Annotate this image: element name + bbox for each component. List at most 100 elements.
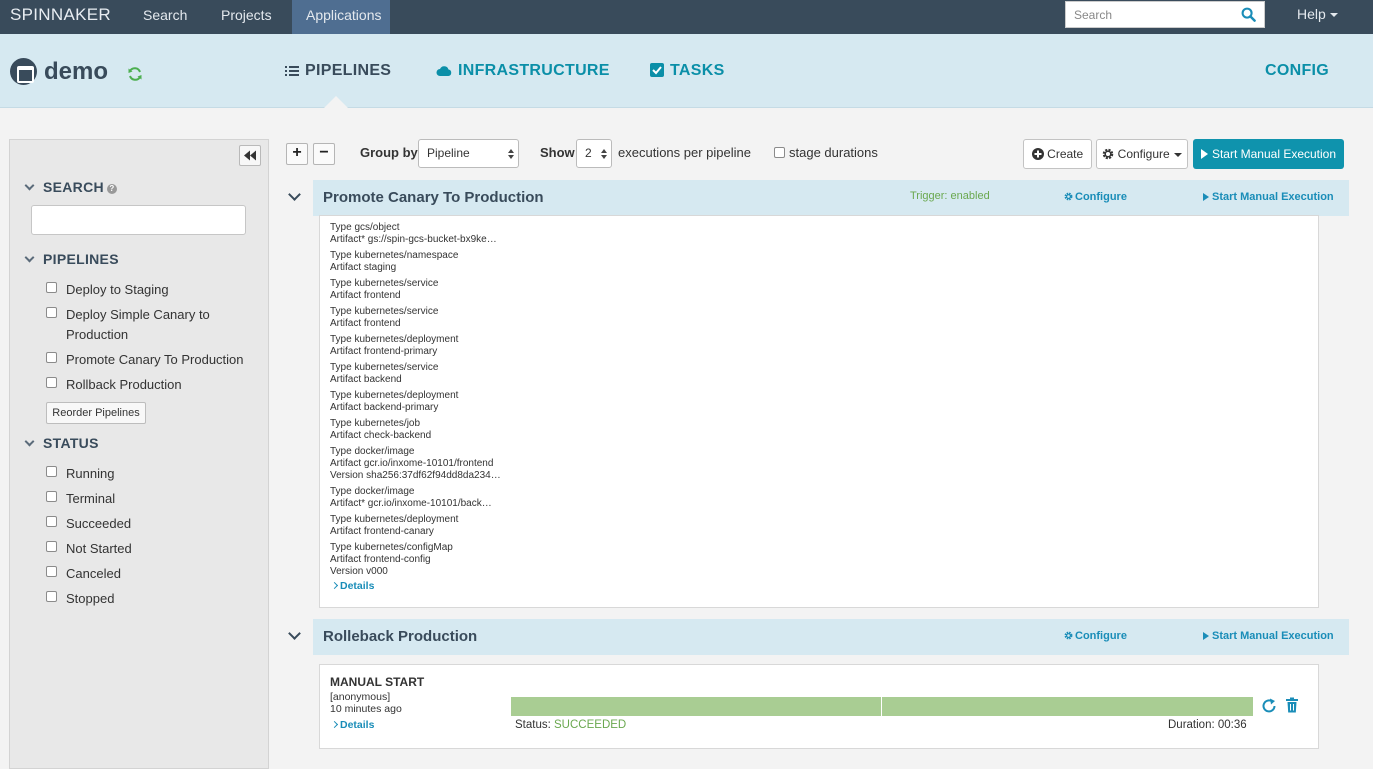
checkbox-label: Terminal [66,491,116,506]
nav-projects[interactable]: Projects [221,0,272,34]
filter-sidebar: SEARCH? PIPELINES Deploy to Staging Depl… [9,139,269,769]
trash-icon[interactable] [1285,697,1299,713]
search-section-toggle[interactable]: SEARCH? [24,179,117,195]
help-label: Help [1297,6,1326,22]
checkbox-label: Not Started [66,541,132,556]
pipelines-section-toggle[interactable]: PIPELINES [24,251,119,267]
start-manual-label: Start Manual Execution [1211,147,1337,161]
tab-pipelines[interactable]: PIPELINES [285,62,391,80]
rerun-icon[interactable] [1261,698,1277,714]
checkbox-label: Running [66,466,115,481]
pipeline-collapse-chevron-icon[interactable] [288,627,301,640]
artifact-item: Type kubernetes/deployment Artifact backe… [330,390,530,414]
artifact-field: Artifact gcr.io/inxome-10101/frontend [330,458,494,469]
executions-count-select[interactable]: 2 [576,139,612,168]
refresh-icon[interactable] [127,66,143,82]
pipeline-title[interactable]: Promote Canary To Production [323,189,544,206]
status-section-toggle[interactable]: STATUS [24,435,99,451]
checkbox-label: Succeeded [66,516,132,531]
play-icon [1203,632,1209,640]
search-icon[interactable] [1241,7,1256,22]
group-by-select[interactable]: Pipeline [418,139,519,168]
details-link[interactable]: Details [330,719,374,731]
executions-count-value: 2 [585,146,592,160]
tab-tasks[interactable]: TASKS [650,62,725,80]
checkbox-label: Canceled [66,566,121,581]
tab-tasks-label: TASKS [670,62,725,79]
pipeline-configure-link[interactable]: Configure [1064,191,1127,203]
application-window-icon [10,58,37,85]
gear-icon [1064,631,1073,640]
pipeline-configure-link[interactable]: Configure [1064,630,1127,642]
checkbox-label: Stopped [66,591,115,606]
checkbox[interactable] [46,307,57,318]
create-pipeline-button[interactable]: Create [1023,139,1092,169]
artifact-field: Type kubernetes/deployment [330,390,459,401]
checkbox[interactable] [46,352,57,363]
stage-durations-checkbox[interactable] [774,147,785,158]
pipeline-collapse-chevron-icon[interactable] [288,188,301,201]
caret-down-icon [1173,152,1182,157]
pipeline-start-link[interactable]: Start Manual Execution [1203,630,1334,642]
configure-link-label: Configure [1075,191,1127,203]
artifact-field: Type kubernetes/service [330,306,439,317]
artifact-field: Type kubernetes/namespace [330,250,459,261]
artifact-field: Version sha256:37df62f94dd8da234… [330,470,501,481]
checkbox[interactable] [46,282,57,293]
checkbox[interactable] [46,591,57,602]
start-manual-execution-button[interactable]: Start Manual Execution [1193,139,1344,169]
artifact-list: Type gcs/object Artifact* gs://spin-gcs-b… [330,222,530,582]
chevron-down-icon [24,252,35,263]
nav-search[interactable]: Search [143,0,187,34]
checkbox[interactable] [46,516,57,527]
group-by-label: Group by [360,145,418,160]
global-search-input[interactable] [1066,2,1236,27]
sidebar-search-input[interactable] [31,205,246,235]
checkbox-label: Rollback Production [66,377,182,392]
artifact-field: Type kubernetes/service [330,362,439,373]
tab-infrastructure[interactable]: INFRASTRUCTURE [436,62,610,80]
pipeline-title[interactable]: Rolleback Production [323,628,477,645]
chevron-right-icon [330,720,339,729]
search-heading: SEARCH [43,179,104,195]
checkbox[interactable] [46,466,57,477]
execution-user: [anonymous] [330,691,391,703]
start-link-label: Start Manual Execution [1212,630,1334,642]
artifact-field: Version v000 [330,566,388,577]
expand-all-button[interactable]: + [286,143,308,165]
details-link[interactable]: Details [330,580,374,592]
tab-config[interactable]: CONFIG [1265,62,1329,80]
artifact-field: Artifact frontend-config [330,554,431,565]
collapse-sidebar-button[interactable] [239,145,261,166]
configure-dropdown-button[interactable]: Configure [1096,139,1188,169]
artifact-field: Artifact frontend-primary [330,346,438,357]
checkbox[interactable] [46,566,57,577]
status-value: SUCCEEDED [554,719,627,731]
pipeline-start-link[interactable]: Start Manual Execution [1203,191,1334,203]
executions-per-pipeline-text: executions per pipeline [618,145,751,160]
execution-trigger: MANUAL START [330,675,425,689]
nav-applications[interactable]: Applications [292,0,390,34]
help-icon[interactable]: ? [106,184,117,194]
checkbox-label: Deploy Simple Canary to Production [66,307,210,342]
checkbox[interactable] [46,541,57,552]
chevron-down-icon [24,180,35,191]
list-icon [285,66,299,76]
show-label: Show [540,145,575,160]
artifact-item: Type kubernetes/namespace Artifact stagin… [330,250,530,274]
select-arrows-icon [508,149,514,159]
artifact-field: Artifact frontend-canary [330,526,434,537]
brand-logo[interactable]: SPINNAKER [10,5,111,25]
stage-divider [881,697,882,716]
reorder-pipelines-button[interactable]: Reorder Pipelines [46,402,146,424]
collapse-all-button[interactable]: − [313,143,335,165]
artifact-field: Artifact backend [330,374,402,385]
gear-icon [1064,192,1073,201]
checkbox[interactable] [46,491,57,502]
double-chevron-left-icon [244,150,256,161]
checkbox[interactable] [46,377,57,388]
artifact-field: Type kubernetes/deployment [330,514,459,525]
artifact-field: Type gcs/object [330,222,400,233]
help-menu[interactable]: Help [1297,6,1338,22]
execution-progress-bar[interactable] [511,697,1253,716]
